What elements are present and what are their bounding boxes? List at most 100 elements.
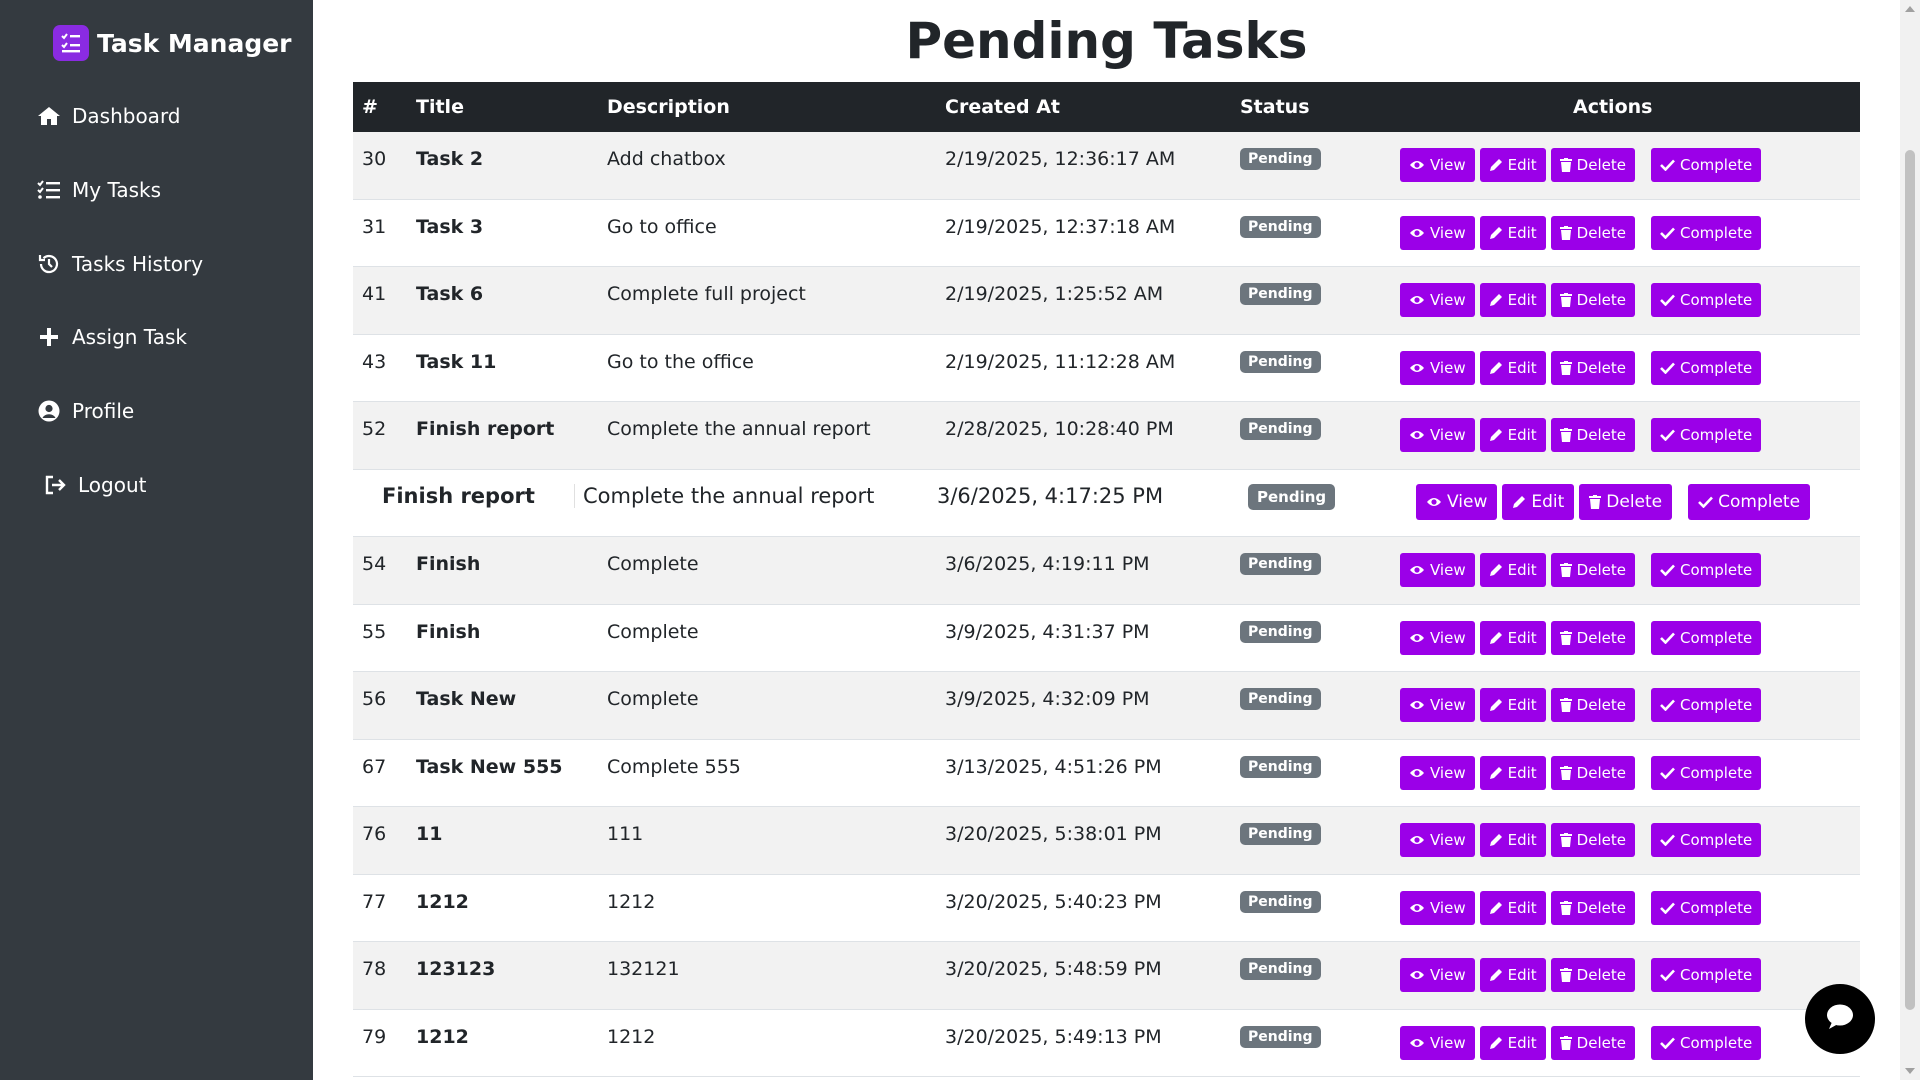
delete-button[interactable]: Delete	[1579, 483, 1673, 520]
complete-button[interactable]: Complete	[1650, 553, 1762, 587]
row-actions: View Edit Delete Complete	[1400, 350, 1766, 385]
edit-button[interactable]: Edit	[1479, 1025, 1546, 1060]
scroll-up-arrow-icon[interactable]	[1904, 4, 1916, 14]
delete-button[interactable]: Delete	[1550, 755, 1635, 790]
view-button[interactable]: View	[1416, 483, 1498, 520]
sidebar: Task Manager Dashboard My Tasks Tasks Hi…	[0, 0, 313, 1080]
complete-button[interactable]: Complete	[1688, 483, 1811, 520]
complete-button[interactable]: Complete	[1650, 283, 1762, 317]
view-button[interactable]: View	[1400, 823, 1475, 857]
edit-button[interactable]: Edit	[1479, 620, 1546, 655]
view-button[interactable]: View	[1400, 688, 1475, 722]
sidebar-item-dashboard[interactable]: Dashboard	[36, 98, 181, 134]
view-button[interactable]: View	[1400, 755, 1475, 790]
complete-button[interactable]: Complete	[1650, 148, 1762, 182]
eye-icon	[1409, 767, 1425, 779]
complete-button-label: Complete	[1679, 291, 1753, 309]
delete-button[interactable]: Delete	[1550, 1025, 1635, 1060]
edit-button-label: Edit	[1507, 223, 1537, 242]
view-button[interactable]: View	[1400, 1025, 1475, 1060]
complete-button[interactable]: Complete	[1650, 823, 1762, 857]
delete-button[interactable]: Delete	[1550, 823, 1635, 857]
view-button[interactable]: View	[1400, 283, 1475, 317]
delete-button[interactable]: Delete	[1550, 553, 1635, 587]
delete-button-label: Delete	[1576, 898, 1626, 917]
task-title: 1212	[416, 1025, 469, 1048]
table-row: 43 Task 11 Go to the office 2/19/2025, 1…	[353, 334, 1860, 402]
task-created-at: 3/6/2025, 4:19:11 PM	[945, 553, 1150, 575]
complete-button[interactable]: Complete	[1650, 215, 1762, 250]
scroll-down-arrow-icon[interactable]	[1904, 1066, 1916, 1076]
task-created-at: 3/20/2025, 5:48:59 PM	[945, 958, 1162, 980]
sidebar-item-assign-task[interactable]: Assign Task	[36, 319, 187, 355]
edit-button[interactable]: Edit	[1479, 215, 1546, 250]
edit-button-label: Edit	[1507, 291, 1537, 309]
edit-button[interactable]: Edit	[1479, 755, 1546, 790]
logout-icon	[42, 472, 68, 498]
table-row: 30 Task 2 Add chatbox 2/19/2025, 12:36:1…	[353, 132, 1860, 200]
sidebar-item-my-tasks[interactable]: My Tasks	[36, 172, 161, 208]
view-button[interactable]: View	[1400, 215, 1475, 250]
trash-icon	[1559, 833, 1572, 847]
edit-button[interactable]: Edit	[1479, 823, 1546, 857]
scrollbar[interactable]	[1900, 0, 1920, 1080]
eye-icon	[1409, 834, 1425, 846]
scroll-thumb[interactable]	[1905, 150, 1915, 1010]
view-button[interactable]: View	[1400, 958, 1475, 992]
delete-button[interactable]: Delete	[1550, 283, 1635, 317]
complete-button-label: Complete	[1679, 966, 1753, 984]
table-row: 77 1212 1212 3/20/2025, 5:40:23 PM Pendi…	[353, 874, 1860, 942]
task-id: 55	[362, 620, 387, 643]
view-button[interactable]: View	[1400, 553, 1475, 587]
complete-button[interactable]: Complete	[1650, 755, 1762, 790]
complete-button[interactable]: Complete	[1650, 958, 1762, 992]
view-button[interactable]: View	[1400, 620, 1475, 655]
view-button[interactable]: View	[1400, 418, 1475, 452]
task-description: 111	[607, 823, 644, 845]
complete-button[interactable]: Complete	[1650, 890, 1762, 925]
edit-button[interactable]: Edit	[1479, 148, 1546, 182]
delete-button[interactable]: Delete	[1550, 350, 1635, 385]
delete-button[interactable]: Delete	[1550, 688, 1635, 722]
sidebar-item-label: My Tasks	[72, 178, 162, 202]
check-icon	[1660, 294, 1675, 306]
row-actions: View Edit Delete Complete	[1400, 553, 1766, 587]
sidebar-item-tasks-history[interactable]: Tasks History	[36, 246, 203, 282]
view-button[interactable]: View	[1400, 350, 1475, 385]
sidebar-item-logout[interactable]: Logout	[42, 467, 146, 503]
complete-button[interactable]: Complete	[1650, 418, 1762, 452]
trash-icon	[1559, 225, 1572, 240]
complete-button[interactable]: Complete	[1650, 620, 1762, 655]
sidebar-item-label: Logout	[78, 473, 147, 497]
chat-button[interactable]	[1805, 984, 1875, 1054]
edit-button[interactable]: Edit	[1479, 350, 1546, 385]
view-button[interactable]: View	[1400, 890, 1475, 925]
complete-button[interactable]: Complete	[1650, 350, 1762, 385]
delete-button[interactable]: Delete	[1550, 215, 1635, 250]
complete-button-label: Complete	[1679, 831, 1753, 849]
complete-button[interactable]: Complete	[1650, 1025, 1762, 1060]
delete-button[interactable]: Delete	[1550, 148, 1635, 182]
home-icon	[36, 103, 62, 129]
pencil-icon	[1489, 1036, 1503, 1050]
delete-button[interactable]: Delete	[1550, 890, 1635, 925]
edit-button[interactable]: Edit	[1479, 890, 1546, 925]
view-button[interactable]: View	[1400, 148, 1475, 182]
complete-button[interactable]: Complete	[1650, 688, 1762, 722]
delete-button[interactable]: Delete	[1550, 418, 1635, 452]
brand[interactable]: Task Manager	[53, 24, 292, 62]
table-row: 54 Finish Complete 3/6/2025, 4:19:11 PM …	[353, 537, 1860, 605]
edit-button[interactable]: Edit	[1479, 553, 1546, 587]
delete-button-label: Delete	[1576, 561, 1626, 579]
check-icon	[1660, 159, 1675, 171]
edit-button[interactable]: Edit	[1502, 483, 1575, 520]
table-row: Finish report Complete the annual report…	[353, 469, 1860, 537]
delete-button[interactable]: Delete	[1550, 620, 1635, 655]
edit-button[interactable]: Edit	[1479, 958, 1546, 992]
delete-button[interactable]: Delete	[1550, 958, 1635, 992]
sidebar-item-profile[interactable]: Profile	[36, 393, 134, 429]
edit-button[interactable]: Edit	[1479, 418, 1546, 452]
edit-button[interactable]: Edit	[1479, 688, 1546, 722]
edit-button[interactable]: Edit	[1479, 283, 1546, 317]
complete-button-label: Complete	[1679, 696, 1753, 714]
